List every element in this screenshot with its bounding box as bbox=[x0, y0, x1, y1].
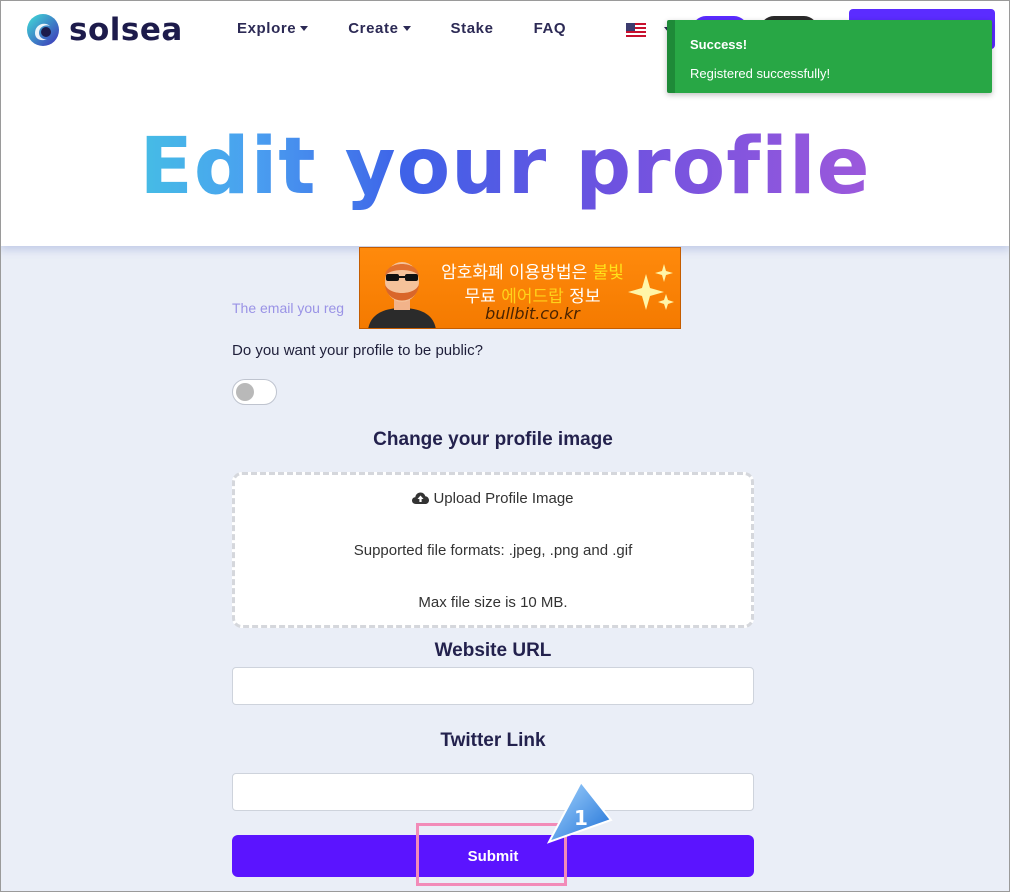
brand-name: solsea bbox=[69, 12, 183, 48]
page-title: Edit your profile bbox=[0, 122, 1010, 212]
toggle-knob bbox=[236, 383, 254, 401]
twitter-heading: Twitter Link bbox=[440, 730, 546, 751]
max-file-size: Max file size is 10 MB. bbox=[418, 594, 568, 611]
ad-url: bullbit.co.kr bbox=[485, 304, 580, 323]
step-number: 1 bbox=[574, 806, 588, 830]
step-arrow-icon: 1 bbox=[546, 780, 613, 844]
nav-stake[interactable]: Stake bbox=[451, 20, 494, 37]
nav-explore[interactable]: Explore bbox=[237, 20, 309, 37]
solsea-logo-icon bbox=[27, 14, 59, 46]
supported-formats: Supported file formats: .jpeg, .png and … bbox=[353, 542, 633, 559]
ad-headline: 암호화폐 이용방법은 불빛 bbox=[430, 258, 635, 283]
toast-title: Success! bbox=[690, 37, 748, 52]
us-flag-icon[interactable] bbox=[626, 23, 646, 37]
toast-message: Registered successfully! bbox=[690, 66, 831, 81]
brand-logo[interactable]: solsea bbox=[26, 12, 183, 48]
twitter-link-input[interactable] bbox=[232, 773, 754, 811]
main-nav: Explore Create Stake FAQ bbox=[237, 20, 606, 37]
success-toast[interactable]: Success! Registered successfully! bbox=[667, 20, 992, 93]
bearded-man-icon bbox=[368, 262, 436, 328]
public-profile-toggle[interactable] bbox=[232, 379, 277, 405]
nav-create-label: Create bbox=[348, 20, 399, 37]
nav-faq[interactable]: FAQ bbox=[534, 20, 567, 37]
email-note: The email you reg bbox=[232, 300, 345, 316]
profile-image-heading: Change your profile image bbox=[373, 429, 613, 450]
ad-banner[interactable]: 암호화폐 이용방법은 불빛 무료 에어드랍 정보 bullbit.co.kr bbox=[359, 247, 681, 329]
nav-create[interactable]: Create bbox=[348, 20, 411, 37]
caret-down-icon bbox=[300, 26, 309, 31]
public-profile-question: Do you want your profile to be public? bbox=[232, 342, 483, 359]
nav-explore-label: Explore bbox=[237, 20, 297, 37]
nav-stake-label: Stake bbox=[450, 20, 494, 37]
upload-label-row: Upload Profile Image bbox=[235, 490, 751, 507]
cloud-upload-icon bbox=[412, 492, 430, 504]
caret-down-icon bbox=[402, 26, 411, 31]
website-url-input[interactable] bbox=[232, 667, 754, 705]
sparkle-icon bbox=[628, 264, 674, 310]
upload-label: Upload Profile Image bbox=[433, 490, 574, 507]
website-heading: Website URL bbox=[434, 640, 552, 661]
profile-image-dropzone[interactable]: Upload Profile Image Supported file form… bbox=[232, 472, 754, 628]
ad-headline-text: 암호화폐 이용방법은 bbox=[441, 263, 593, 283]
nav-faq-label: FAQ bbox=[533, 20, 567, 37]
ad-brand-text: 불빛 bbox=[592, 263, 624, 283]
